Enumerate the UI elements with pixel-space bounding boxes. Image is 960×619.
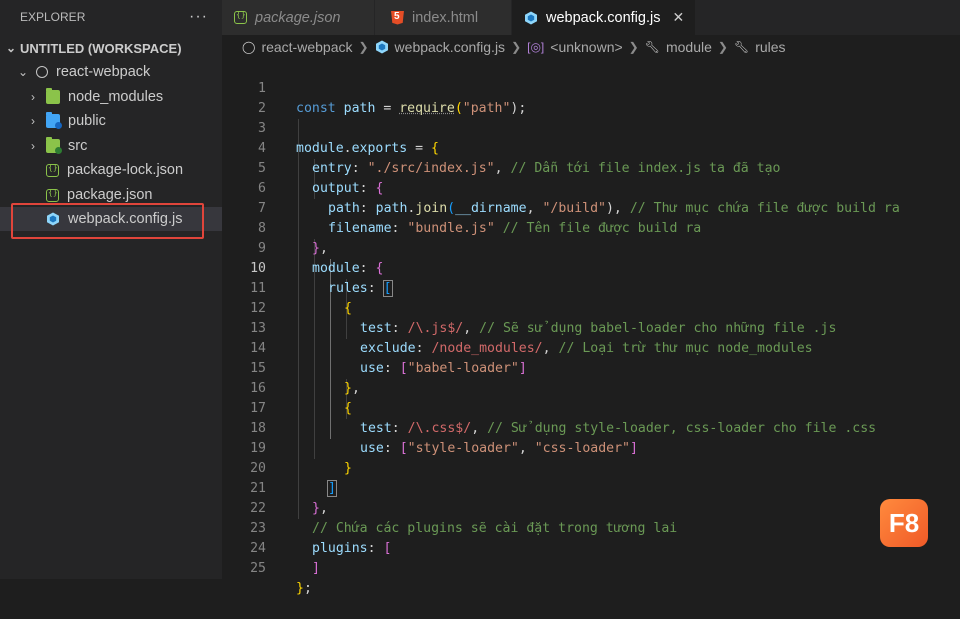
code-line: 21 },	[222, 459, 328, 516]
circle-icon: ◯	[242, 40, 256, 54]
code-editor[interactable]: 1 const path = require("path"); 2 3 modu…	[222, 59, 960, 596]
tree-item-public[interactable]: › public	[0, 109, 222, 133]
tab-label: package.json	[255, 9, 341, 26]
brackets-icon: [◎]	[527, 40, 545, 54]
code-line: 6 path: path.join(__dirname, "/build"), …	[222, 159, 900, 216]
code-line: 13 exclude: /node_modules/, // Loại trừ …	[222, 299, 812, 356]
tree-item-label: package.json	[67, 187, 153, 203]
code-line: 16 {	[222, 359, 352, 416]
chevron-right-icon: ❯	[358, 40, 369, 54]
html-icon	[391, 10, 404, 25]
code-line: 22 // Chứa các plugins sẽ cài đặt trong …	[222, 479, 677, 536]
tab-label: webpack.config.js	[546, 9, 661, 26]
line-number: 25	[250, 561, 266, 576]
chevron-right-icon: ›	[31, 114, 35, 128]
code-line-current: 10 rules: [	[222, 239, 393, 297]
code-line: 7 filename: "bundle.js" // Tên file được…	[222, 179, 701, 236]
workspace-root[interactable]: ⌄ UNTITLED (WORKSPACE)	[0, 36, 222, 60]
tree-item-node-modules[interactable]: › node_modules	[0, 85, 222, 109]
code-line: 24 ]	[222, 519, 320, 576]
tree-item-label: src	[68, 138, 88, 154]
code-line: 15 },	[222, 339, 360, 396]
code-line: 11 {	[222, 259, 352, 316]
code-line: 19 }	[222, 419, 352, 476]
code-line: 14 use: ["babel-loader"]	[222, 319, 527, 376]
webpack-icon	[375, 40, 388, 54]
tab-index-html[interactable]: index.html	[375, 0, 512, 35]
folder-public-icon	[46, 112, 62, 129]
tab-webpack-config[interactable]: webpack.config.js ✕	[512, 0, 696, 35]
code-line: 17 test: /\.css$/, // Sử dụng style-load…	[222, 379, 876, 436]
webpack-icon	[525, 11, 537, 24]
folder-src-icon	[46, 137, 62, 154]
chevron-right-icon: ❯	[628, 40, 639, 54]
code-line: 9 module: {	[222, 219, 383, 276]
breadcrumb-item[interactable]: webpack.config.js	[395, 39, 506, 55]
highlight-box	[11, 203, 204, 239]
code-line: 18 use: ["style-loader", "css-loader"]	[222, 399, 638, 456]
chevron-right-icon: ›	[31, 90, 35, 104]
json-file-icon	[46, 188, 59, 202]
explorer-title: EXPLORER	[20, 10, 86, 24]
code-line: 4 entry: "./src/index.js", // Dẫn tới fi…	[222, 119, 780, 176]
code-line: 8 },	[222, 199, 328, 256]
chevron-right-icon: ❯	[511, 40, 522, 54]
tree-item-label: package-lock.json	[67, 162, 184, 178]
breadcrumb-item[interactable]: module	[666, 39, 712, 55]
f8-logo: F8	[880, 499, 928, 547]
more-actions-icon[interactable]: ···	[189, 8, 208, 26]
tree-item-label: node_modules	[68, 89, 164, 105]
project-circle-icon	[36, 66, 48, 78]
project-label: react-webpack	[56, 64, 151, 80]
code-line: 25 };	[222, 539, 312, 596]
tab-package-json[interactable]: package.json	[222, 0, 375, 35]
code-line: 23 plugins: [	[222, 499, 391, 556]
chevron-right-icon: ❯	[717, 40, 728, 54]
explorer-header: EXPLORER ···	[0, 0, 222, 34]
tree-item-package-lock[interactable]: package-lock.json	[0, 158, 222, 182]
chevron-down-icon: ⌄	[5, 41, 17, 55]
code-line: 12 test: /\.js$/, // Sẽ sử dụng babel-lo…	[222, 279, 836, 336]
json-file-icon	[46, 163, 59, 177]
json-icon	[234, 10, 247, 24]
code-line: 1 const path = require("path");	[222, 59, 526, 116]
close-icon[interactable]: ✕	[672, 9, 684, 26]
editor-tabs: package.json index.html webpack.config.j…	[222, 0, 960, 35]
project-folder[interactable]: ⌄ react-webpack	[0, 60, 222, 84]
workspace-label: UNTITLED (WORKSPACE)	[20, 40, 182, 56]
code-line: 20 ]	[222, 439, 337, 497]
code-line: 3 module.exports = {	[222, 99, 439, 156]
breadcrumb-item[interactable]: react-webpack	[261, 39, 352, 55]
wrench-icon: 🔧︎	[644, 40, 660, 54]
chevron-right-icon: ›	[31, 139, 35, 153]
tree-item-src[interactable]: › src	[0, 134, 222, 158]
code-line: 2	[222, 79, 270, 116]
code-line: 5 output: {	[222, 139, 383, 196]
tree-item-label: public	[68, 113, 106, 129]
chevron-down-icon: ⌄	[17, 65, 29, 79]
indent-guide	[298, 119, 299, 519]
breadcrumb: ◯ react-webpack ❯ webpack.config.js ❯ [◎…	[222, 35, 960, 59]
explorer-sidebar: EXPLORER ··· ⌄ UNTITLED (WORKSPACE) ⌄ re…	[0, 0, 222, 579]
breadcrumb-item[interactable]: <unknown>	[550, 39, 622, 55]
breadcrumb-item[interactable]: rules	[755, 39, 785, 55]
folder-node-icon	[46, 88, 60, 104]
tab-label: index.html	[412, 9, 479, 26]
wrench-icon: 🔧︎	[733, 40, 750, 54]
